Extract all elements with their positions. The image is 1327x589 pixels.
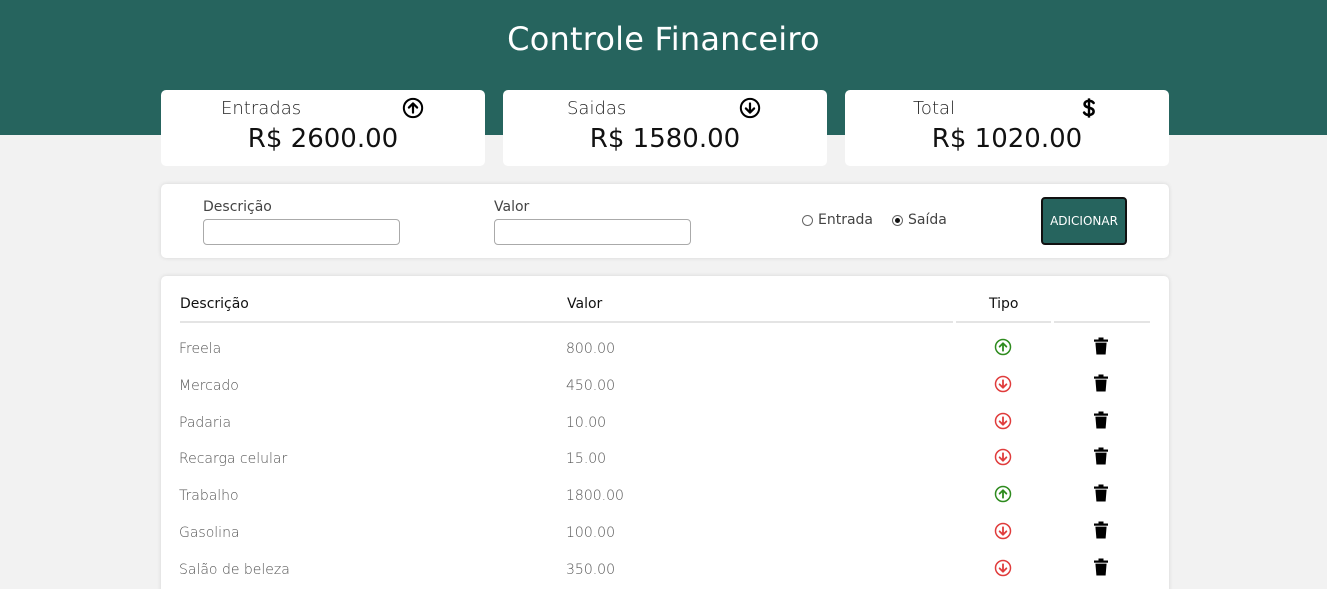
row-value: 350.00 [566, 561, 615, 578]
table-row: Recarga celular 15.00 [161, 447, 1169, 487]
summary-card-total: Total R$ 1020.00 [845, 90, 1169, 166]
page-title: Controle Financeiro [507, 20, 820, 58]
arrow-down-circle-icon [994, 449, 1012, 466]
arrow-up-circle-icon [994, 485, 1012, 503]
row-value: 100.00 [566, 525, 615, 541]
row-description: Mercado [179, 377, 239, 394]
table-row: Gasolina 100.00 [161, 521, 1169, 561]
value-input[interactable] [494, 219, 691, 245]
summary-label: Entradas [221, 98, 302, 119]
radio-entrada-label: Entrada [818, 212, 874, 228]
arrow-up-circle-icon [994, 338, 1012, 356]
table-row: Freela 800.00 [161, 337, 1169, 377]
summary-card-entradas: Entradas R$ 2600.00 [161, 90, 485, 166]
arrow-down-circle-icon [739, 97, 761, 119]
header-value: Valor [567, 296, 603, 312]
row-value: 800.00 [566, 341, 615, 357]
arrow-up-circle-icon [402, 97, 424, 119]
row-description: Recarga celular [179, 451, 288, 468]
dollar-icon [1082, 98, 1095, 118]
header-divider [180, 321, 953, 323]
header-divider [956, 321, 1051, 323]
description-input[interactable] [203, 219, 400, 245]
trash-icon[interactable] [1093, 374, 1109, 392]
row-value: 15.00 [566, 451, 607, 468]
summary-value: R$ 1020.00 [931, 124, 1083, 154]
arrow-down-circle-icon [994, 559, 1012, 577]
radio-saida[interactable]: Saída [892, 212, 947, 228]
table-row: Salão de beleza 350.00 [161, 558, 1169, 589]
trash-icon[interactable] [1093, 521, 1109, 539]
summary-label: Total [913, 98, 956, 119]
table-row: Trabalho 1800.00 [161, 484, 1169, 524]
header-type: Tipo [989, 296, 1019, 312]
trash-icon[interactable] [1093, 447, 1109, 465]
header-divider [1054, 321, 1150, 323]
row-value: 10.00 [566, 414, 607, 431]
summary-card-saidas: Saidas R$ 1580.00 [503, 90, 827, 166]
trash-icon[interactable] [1093, 411, 1109, 429]
row-description: Trabalho [179, 488, 239, 505]
table-row: Padaria 10.00 [161, 411, 1169, 451]
summary-label: Saidas [567, 98, 627, 119]
value-label: Valor [494, 199, 530, 215]
summary-value: R$ 2600.00 [247, 124, 399, 154]
arrow-down-circle-icon [994, 522, 1012, 540]
radio-saida-circle[interactable] [892, 214, 903, 226]
row-description: Salão de beleza [179, 561, 290, 578]
radio-saida-label: Saída [908, 212, 947, 228]
summary-value: R$ 1580.00 [589, 124, 741, 154]
trash-icon[interactable] [1093, 558, 1109, 576]
description-label: Descrição [203, 199, 272, 215]
transactions-table: Descrição Valor Tipo Freela 800.00 Mercado… [161, 276, 1169, 589]
trash-icon[interactable] [1093, 337, 1109, 355]
add-button[interactable]: ADICIONAR [1041, 197, 1127, 245]
header-description: Descrição [180, 296, 249, 312]
row-description: Padaria [179, 414, 232, 431]
arrow-down-circle-icon [994, 412, 1012, 429]
arrow-down-circle-icon [994, 375, 1012, 393]
row-description: Gasolina [179, 525, 240, 541]
transaction-form: Descrição Valor Entrada Saída ADICIONAR [161, 184, 1169, 258]
table-row: Mercado 450.00 [161, 374, 1169, 414]
row-value: 1800.00 [566, 488, 624, 505]
radio-entrada-circle[interactable] [802, 214, 813, 226]
radio-entrada[interactable]: Entrada [802, 212, 873, 228]
row-value: 450.00 [566, 377, 615, 394]
trash-icon[interactable] [1093, 484, 1109, 502]
row-description: Freela [179, 341, 222, 357]
